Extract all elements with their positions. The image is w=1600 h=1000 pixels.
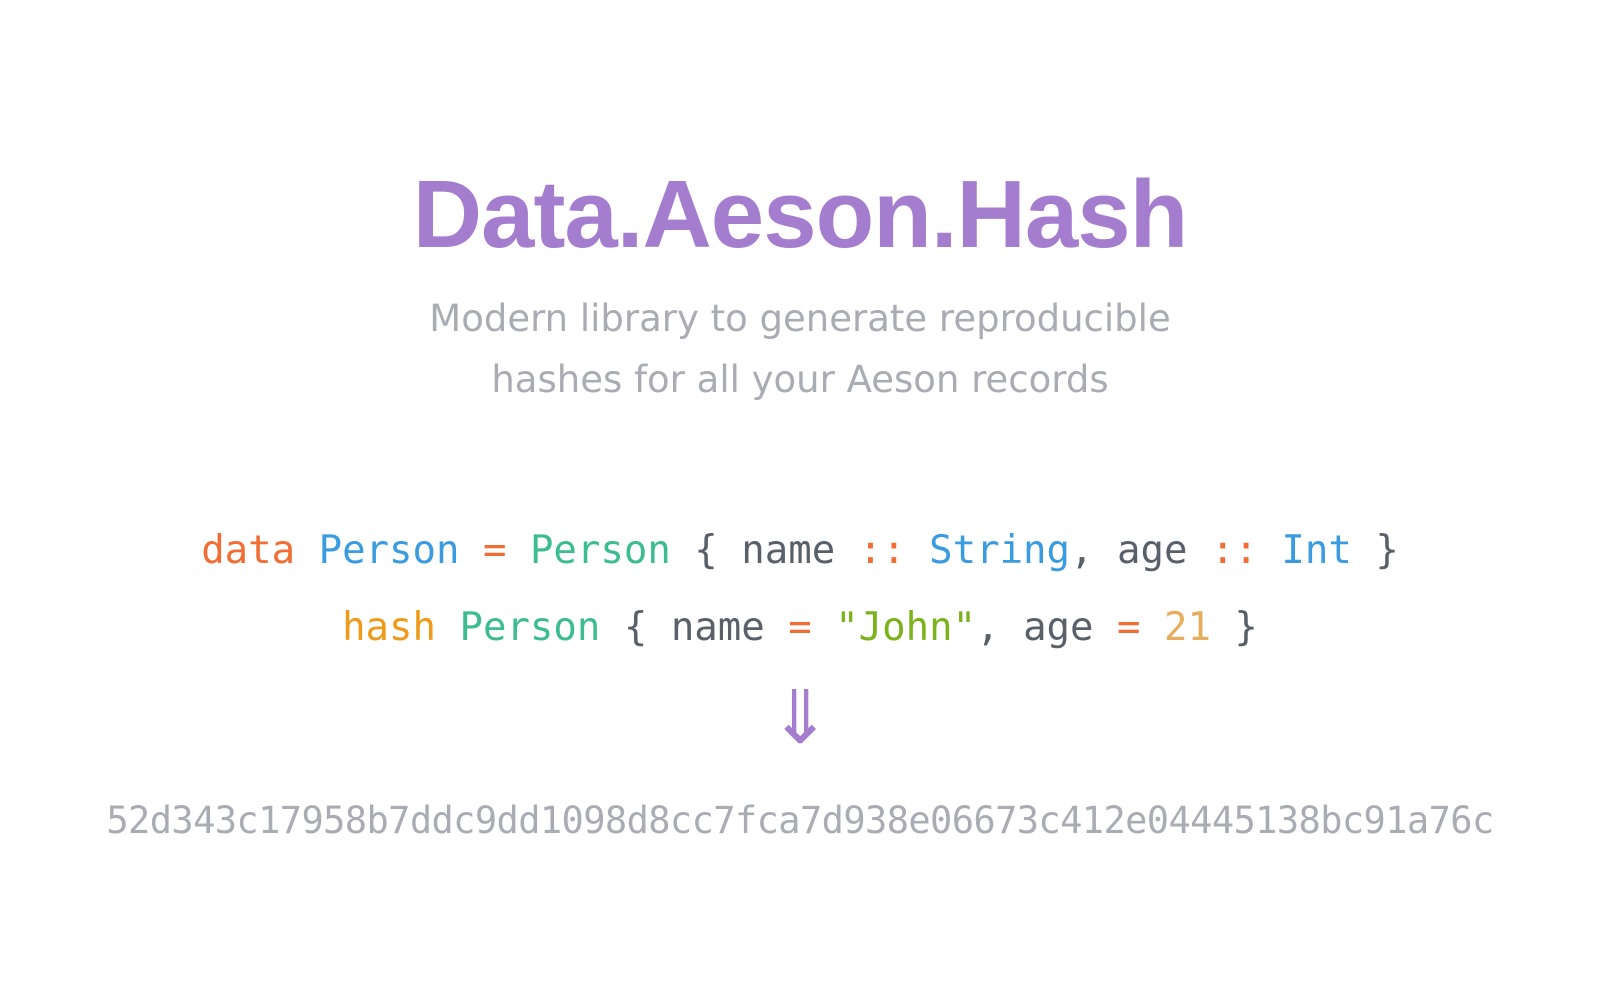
code-line-hash-call: hash Person { name = "John", age = 21 } [0, 603, 1600, 653]
page-title: Data.Aeson.Hash [412, 161, 1189, 268]
code-token: = [482, 528, 507, 573]
page-subtitle: Modern library to generate reproducible … [0, 288, 1600, 410]
subtitle-line-2: hashes for all your Aeson records [491, 358, 1109, 401]
double-down-arrow-icon: ⇓ [768, 675, 831, 761]
code-token: age [1023, 605, 1094, 650]
code-token: = [1117, 605, 1141, 650]
code-token: Person [318, 528, 460, 573]
code-token: data [201, 528, 296, 573]
code-line-data-declaration: data Person = Person { name :: String, a… [0, 526, 1600, 576]
code-token: , [1070, 528, 1117, 573]
subtitle-line-1: Modern library to generate reproducible [429, 297, 1171, 340]
code-token: hash [342, 605, 436, 650]
code-token: :: [858, 528, 906, 573]
code-token: Person [459, 605, 601, 650]
code-token: :: [1210, 528, 1258, 573]
code-token: 21 [1163, 605, 1211, 650]
code-token: Person [529, 528, 671, 573]
code-token: Int [1281, 528, 1352, 573]
code-token: name [670, 605, 765, 650]
hash-output: 52d343c17958b7ddc9dd1098d8cc7fca7d938e06… [106, 799, 1494, 842]
code-token: { [600, 605, 671, 650]
code-token: } [1210, 605, 1258, 650]
code-token: "John" [835, 605, 977, 650]
code-token: name [741, 528, 836, 573]
code-token: age [1117, 528, 1188, 573]
code-token: = [788, 605, 812, 650]
code-token: { [670, 528, 742, 573]
code-token: } [1351, 528, 1399, 573]
code-token: String [929, 528, 1071, 573]
code-token: , [976, 605, 1024, 650]
